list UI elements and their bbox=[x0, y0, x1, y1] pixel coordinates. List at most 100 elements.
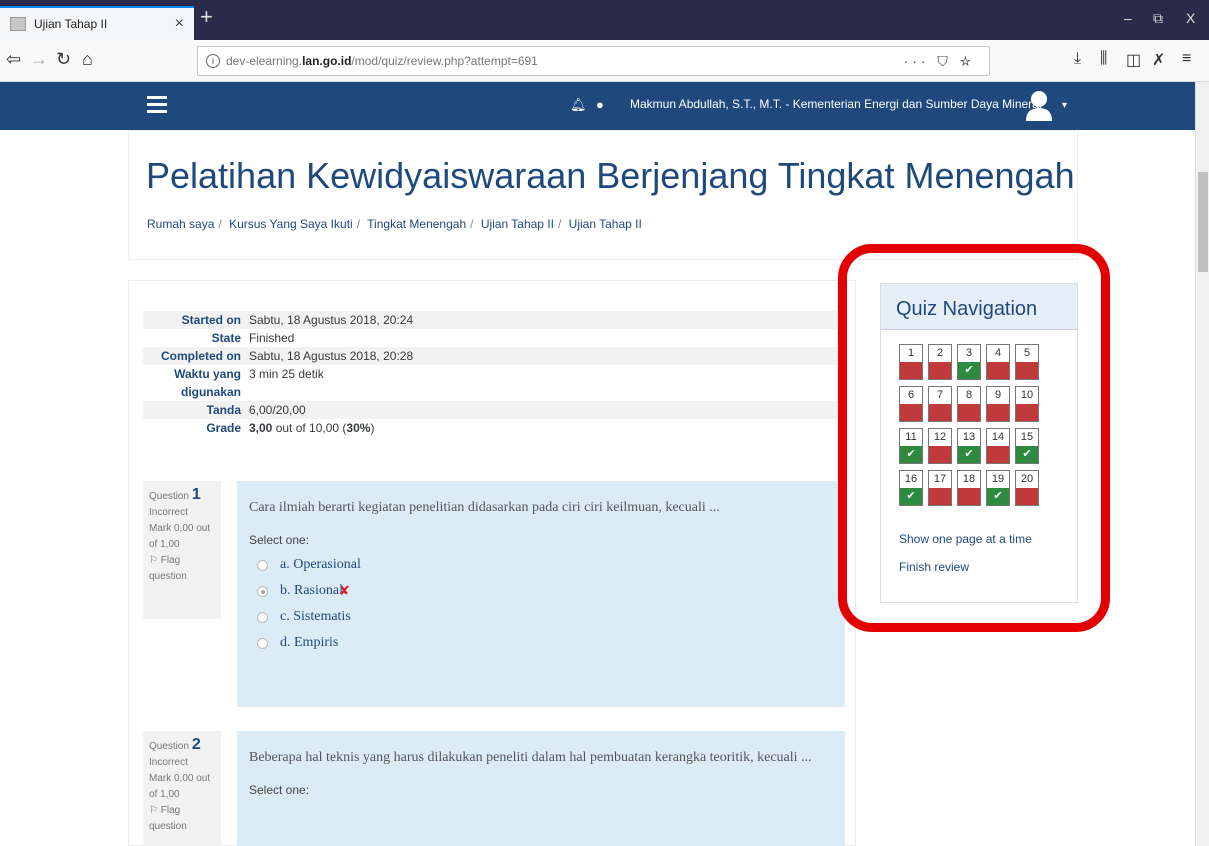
quiz-nav-button-11[interactable]: 11 ✔ bbox=[899, 428, 923, 464]
page-header: Pelatihan Kewidyaiswaraan Berjenjang Tin… bbox=[128, 130, 1078, 260]
quiz-nav-button-5[interactable]: 5 bbox=[1015, 344, 1039, 380]
forward-icon[interactable]: → bbox=[30, 49, 48, 70]
quiz-nav-row: 11 ✔ 12 13 ✔ 14 15 ✔ bbox=[899, 428, 1069, 464]
quiz-nav-button-16[interactable]: 16 ✔ bbox=[899, 470, 923, 506]
new-tab-icon[interactable]: + bbox=[200, 4, 213, 30]
quiz-nav-button-8[interactable]: 8 bbox=[957, 386, 981, 422]
summary-row: Started on Sabtu, 18 Agustus 2018, 20:24 bbox=[143, 311, 843, 329]
breadcrumb-item[interactable]: Ujian Tahap II bbox=[569, 217, 642, 231]
summary-label: Completed on bbox=[161, 349, 241, 363]
summary-value: 3 min 25 detik bbox=[249, 367, 324, 381]
quiz-nav-number: 14 bbox=[986, 428, 1010, 446]
sidebar-icon[interactable]: ◫ bbox=[1126, 50, 1141, 70]
quiz-nav-button-7[interactable]: 7 bbox=[928, 386, 952, 422]
page-title: Pelatihan Kewidyaiswaraan Berjenjang Tin… bbox=[146, 155, 1075, 196]
breadcrumb: Rumah saya / Kursus Yang Saya Ikuti / Ting… bbox=[147, 217, 642, 231]
answer-option[interactable]: a. Operasional bbox=[249, 557, 833, 573]
quiz-nav-button-10[interactable]: 10 bbox=[1015, 386, 1039, 422]
browser-navbar: ⇦ → ↻ ⌂ i dev-elearning. lan.go.id/mod/qu… bbox=[0, 40, 1209, 82]
browser-tab[interactable]: Ujian Tahap II × bbox=[0, 6, 194, 40]
flag-icon: ⚐ bbox=[149, 805, 158, 816]
answer-option[interactable]: b. Rasional ✘ bbox=[249, 583, 833, 599]
url-bar[interactable]: i dev-elearning. lan.go.id/mod/quiz/revie… bbox=[197, 46, 990, 76]
tab-close-icon[interactable]: × bbox=[175, 15, 184, 33]
user-name[interactable]: Makmun Abdullah, S.T., M.T. - Kementeria… bbox=[630, 97, 1042, 111]
quiz-nav-button-2[interactable]: 2 bbox=[928, 344, 952, 380]
scrollbar-thumb[interactable] bbox=[1198, 172, 1208, 272]
scrollbar[interactable] bbox=[1195, 82, 1209, 846]
minimize-icon[interactable]: – bbox=[1124, 10, 1132, 26]
info-icon[interactable]: i bbox=[206, 54, 220, 68]
incorrect-state bbox=[957, 488, 981, 506]
quiz-nav-button-12[interactable]: 12 bbox=[928, 428, 952, 464]
quiz-nav-button-14[interactable]: 14 bbox=[986, 428, 1010, 464]
user-menu-caret-icon[interactable]: ▾ bbox=[1062, 100, 1067, 111]
quiz-nav-number: 11 bbox=[899, 428, 923, 446]
browser-tabbar: Ujian Tahap II × + – ⧉ X bbox=[0, 0, 1209, 40]
page-favicon-icon bbox=[10, 17, 26, 31]
breadcrumb-separator: / bbox=[218, 217, 222, 231]
home-icon[interactable]: ⌂ bbox=[82, 49, 93, 70]
quiz-nav-button-15[interactable]: 15 ✔ bbox=[1015, 428, 1039, 464]
quiz-nav-number: 8 bbox=[957, 386, 981, 404]
question-number: 2 bbox=[191, 736, 201, 753]
user-avatar-icon[interactable] bbox=[1025, 90, 1053, 122]
breadcrumb-item[interactable]: Kursus Yang Saya Ikuti bbox=[229, 217, 353, 231]
back-icon[interactable]: ⇦ bbox=[6, 49, 21, 70]
quiz-nav-button-18[interactable]: 18 bbox=[957, 470, 981, 506]
downloads-icon[interactable]: ⤓ bbox=[1074, 50, 1081, 68]
question-info: Question 2 Incorrect Mark 0,00 out of 1,… bbox=[143, 731, 221, 846]
quiz-nav-number: 13 bbox=[957, 428, 981, 446]
quiz-nav-button-3[interactable]: 3 ✔ bbox=[957, 344, 981, 380]
answer-label: d. Empiris bbox=[280, 635, 339, 650]
incorrect-state bbox=[986, 362, 1010, 380]
quiz-nav-button-17[interactable]: 17 bbox=[928, 470, 952, 506]
page-actions-icon[interactable]: ··· ⛉ ☆ bbox=[904, 53, 975, 70]
radio-button[interactable] bbox=[257, 585, 268, 597]
quiz-nav-button-4[interactable]: 4 bbox=[986, 344, 1010, 380]
tab-title: Ujian Tahap II bbox=[34, 17, 108, 31]
quiz-nav-button-20[interactable]: 20 bbox=[1015, 470, 1039, 506]
notification-bell-icon[interactable]: 🔔︎ bbox=[570, 97, 587, 113]
quiz-nav-button-1[interactable]: 1 bbox=[899, 344, 923, 380]
quiz-nav-number: 5 bbox=[1015, 344, 1039, 362]
radio-button[interactable] bbox=[257, 637, 268, 649]
quiz-nav-button-13[interactable]: 13 ✔ bbox=[957, 428, 981, 464]
summary-value: 6,00/20,00 bbox=[249, 403, 306, 417]
radio-button[interactable] bbox=[257, 559, 268, 571]
answer-option[interactable]: d. Empiris bbox=[249, 635, 833, 651]
quiz-nav-number: 19 bbox=[986, 470, 1010, 488]
summary-label: Waktu yang digunakan bbox=[174, 367, 241, 399]
correct-check-icon: ✔ bbox=[899, 488, 923, 506]
question-label: Question bbox=[149, 491, 190, 502]
quiz-nav-number: 18 bbox=[957, 470, 981, 488]
reload-icon[interactable]: ↻ bbox=[56, 49, 71, 70]
close-window-icon[interactable]: X bbox=[1186, 10, 1195, 26]
restore-icon[interactable]: ⧉ bbox=[1153, 10, 1163, 27]
messages-icon[interactable]: ● bbox=[596, 97, 604, 112]
question-label: Question bbox=[149, 741, 190, 752]
quiz-nav-button-6[interactable]: 6 bbox=[899, 386, 923, 422]
finish-review-link[interactable]: Finish review bbox=[899, 560, 969, 574]
library-icon[interactable]: ⫼ bbox=[1100, 50, 1107, 68]
answer-option[interactable]: c. Sistematis bbox=[249, 609, 833, 625]
flag-icon: ⚐ bbox=[149, 555, 158, 566]
extension-icon[interactable]: ✗ bbox=[1152, 50, 1165, 70]
quiz-nav-button-9[interactable]: 9 bbox=[986, 386, 1010, 422]
site-header: 🔔︎ ● Makmun Abdullah, S.T., M.T. - Kemen… bbox=[0, 82, 1209, 130]
flag-question-button[interactable]: ⚐ Flag question bbox=[149, 803, 215, 835]
breadcrumb-item[interactable]: Rumah saya bbox=[147, 217, 214, 231]
show-one-page-link[interactable]: Show one page at a time bbox=[899, 532, 1032, 546]
menu-icon[interactable]: ≡ bbox=[1182, 50, 1191, 68]
summary-row: Waktu yang digunakan 3 min 25 detik bbox=[143, 365, 843, 401]
breadcrumb-item[interactable]: Ujian Tahap II bbox=[481, 217, 554, 231]
quiz-nav-button-19[interactable]: 19 ✔ bbox=[986, 470, 1010, 506]
quiz-nav-number: 17 bbox=[928, 470, 952, 488]
question-status: Incorrect bbox=[149, 757, 188, 768]
quiz-nav-number: 20 bbox=[1015, 470, 1039, 488]
hamburger-menu-icon[interactable] bbox=[147, 96, 167, 114]
radio-button[interactable] bbox=[257, 611, 268, 623]
breadcrumb-item[interactable]: Tingkat Menengah bbox=[367, 217, 466, 231]
flag-question-button[interactable]: ⚐ Flag question bbox=[149, 553, 215, 585]
correct-check-icon: ✔ bbox=[899, 446, 923, 464]
